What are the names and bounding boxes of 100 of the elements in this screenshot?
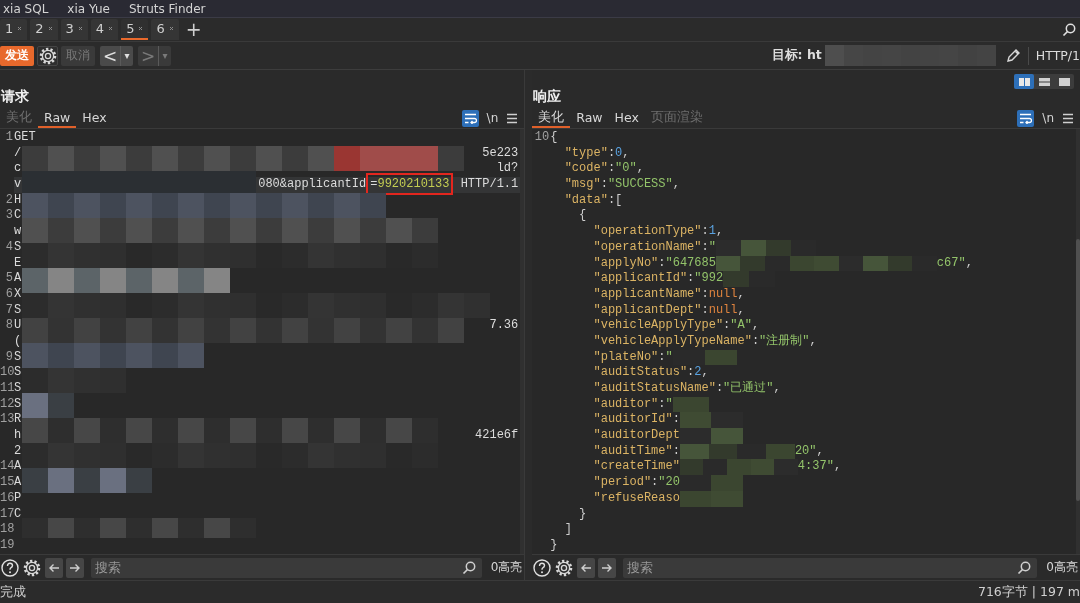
code-line: c ld? [14,161,520,178]
close-icon[interactable] [47,26,53,31]
response-size: 716字节 | 197 m [977,583,1080,601]
code-line: A [14,459,23,476]
code-line: w [14,224,23,240]
code-line: "code":"0", [563,161,645,178]
code-line: / 5e223 [14,145,520,162]
close-icon[interactable] [108,26,114,31]
line-number: 19 [0,537,14,554]
code-line: { [578,208,588,225]
pane-title: 请求 [0,88,29,106]
code-line: C [14,208,23,225]
request-tab[interactable]: 3 [60,19,88,40]
request-tab[interactable]: 1 [0,19,28,40]
help-icon[interactable] [533,558,552,577]
back-button[interactable]: < [100,45,120,66]
line-number: 9 [4,349,14,366]
code-line: "auditStatus":2, [592,365,710,381]
request-tab[interactable]: 6 [151,19,179,40]
line-number: 10 [533,130,551,146]
help-icon[interactable] [1,558,19,577]
code-line: "period":"20 [550,475,1080,491]
line-number: 13 [0,412,14,429]
code-line: "auditor":" [550,396,1080,413]
line-number: 2 [4,192,14,209]
close-icon[interactable] [77,26,83,31]
pencil-icon[interactable] [1004,47,1021,64]
request-tab[interactable]: 4 [90,19,119,40]
right-arrow-icon [69,562,81,573]
code-line: h 421e6f [14,428,520,444]
right-arrow-icon [601,562,614,573]
settings-icon[interactable] [554,557,575,578]
code-line: "plateNo":" [550,349,1080,366]
menu-item[interactable]: xia Yue [67,1,110,16]
code-line: "vehicleApplyTypeName":"注册制", [592,333,818,350]
menu-item[interactable]: Struts Finder [128,1,206,16]
code-line: H [14,192,23,209]
settings-icon[interactable] [22,557,42,578]
line-number: 11 [0,381,14,397]
close-icon[interactable] [17,26,23,31]
code-line: S [14,396,23,413]
line-number: 3 [4,208,14,225]
code-line: R [14,412,23,429]
code-line: } [578,506,588,523]
code-line: C [14,506,23,523]
code-line: "applicantId":"992 [550,271,1080,287]
code-line: S [14,302,23,319]
view-tab[interactable]: Hex [76,108,113,128]
code-line: "auditorDept [550,428,1080,444]
code-line: S [14,239,23,256]
code-line: ] [563,522,573,538]
highlight-count: 0高亮 [1046,559,1078,576]
menu-item[interactable]: xia SQL [3,1,49,16]
code-line: U 7.36 [14,318,520,334]
view-tab[interactable]: Raw [570,108,609,128]
search-icon[interactable] [461,560,476,575]
settings-button[interactable] [37,45,58,66]
code-line: "operationName":" [550,239,1080,256]
request-tab[interactable]: 2 [30,19,58,40]
search-icon[interactable] [1062,22,1076,37]
wrap-toggle[interactable] [461,109,479,127]
newline-toggle[interactable]: \n [1042,111,1054,125]
previous-button[interactable] [45,557,63,578]
next-button[interactable] [598,557,617,578]
line-number: 12 [0,396,14,413]
line-number: 15 [0,475,14,491]
code-line: "createTime" 4:37", [592,459,843,476]
code-line: A [14,271,23,287]
line-number: 8 [4,318,14,334]
code-line: ( [14,333,23,350]
code-line: "auditStatusName":"已通过", [592,381,782,397]
previous-button[interactable] [577,557,596,578]
code-line: "type":0, [563,145,631,162]
close-icon[interactable] [138,26,144,31]
close-icon[interactable] [168,26,174,31]
search-field[interactable]: 搜索 [91,557,482,578]
line-number: 18 [0,522,14,538]
code-line: S [14,365,23,381]
code-line: A [14,475,23,491]
code-line: "applicantDept":null, [592,302,746,319]
code-line: "msg":"SUCCESS", [563,177,681,193]
left-arrow-icon [48,562,60,573]
add-tab-button[interactable]: + [181,19,206,40]
next-button[interactable] [66,557,84,578]
code-line: "applicantName":null, [592,286,746,303]
newline-toggle[interactable]: \n [486,111,499,125]
code-line: "operationType":1, [592,224,725,240]
code-line: "applyNo":"647685 c67", [592,255,974,272]
left-arrow-icon [580,562,593,573]
protocol-label[interactable]: HTTP/1 [1035,48,1080,63]
dropdown-button[interactable]: ▾ [120,45,133,66]
line-number: 7 [4,302,14,319]
code-line: E [14,255,23,272]
code-line: "vehicleApplyType":"A", [592,318,761,334]
line-number: 5 [4,271,14,287]
highlight-count: 0高亮 [490,559,523,576]
view-tab[interactable]: Hex [608,108,645,128]
menu-icon[interactable] [506,112,519,124]
request-tab[interactable]: 5 [121,19,149,40]
line-number: 4 [4,239,14,256]
